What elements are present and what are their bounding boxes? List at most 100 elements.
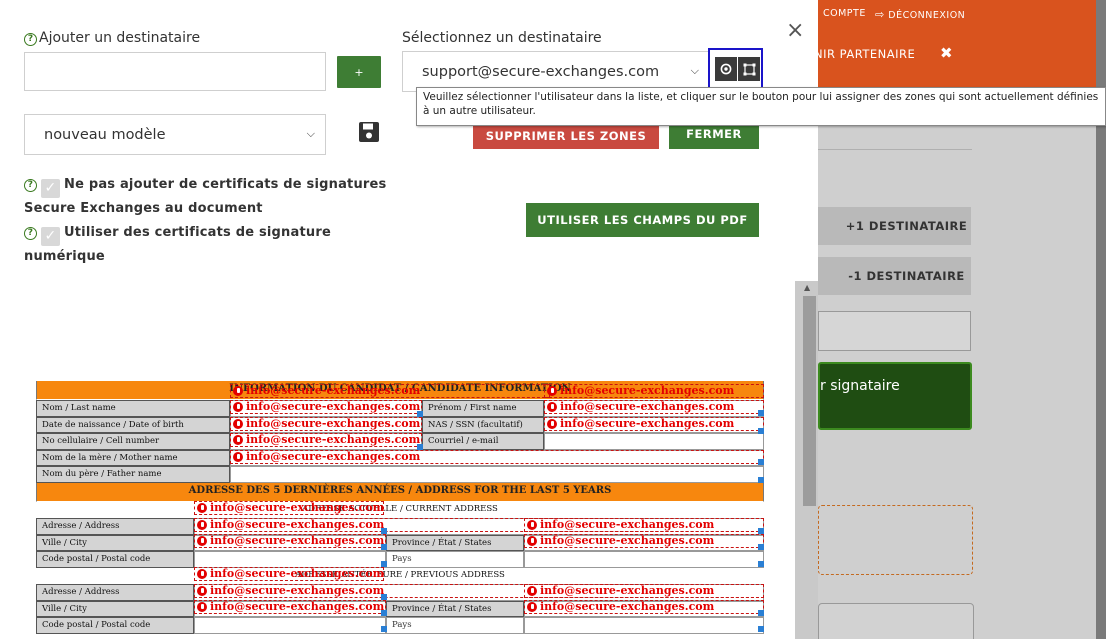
transfer-zones-icon[interactable] — [738, 57, 760, 81]
zone-field[interactable]: info@secure-exchanges.com — [194, 567, 384, 581]
zone-field[interactable]: info@secure-exchanges.com — [524, 600, 764, 614]
recipient-modal: × ? Ajouter un destinataire + Sélectionne… — [0, 0, 818, 281]
close-icon[interactable]: × — [786, 20, 804, 42]
side-box — [818, 603, 974, 639]
digital-certificate-option: ? ✓ Utiliser des certificats de signature … — [24, 225, 331, 264]
logout-icon: ⇨ — [875, 8, 885, 21]
label-postal: Code postal / Postal code — [36, 551, 194, 568]
cell — [544, 433, 764, 450]
no-certificate-checkbox[interactable]: ✓ — [41, 179, 60, 198]
label-country: Pays — [386, 551, 524, 568]
zone-field[interactable]: info@secure-exchanges.com — [194, 534, 386, 548]
resize-handle[interactable] — [758, 459, 764, 465]
label-nas: NAS / SSN (facultatif) — [422, 416, 544, 433]
add-recipient-button[interactable]: + — [337, 56, 381, 88]
help-icon[interactable]: ? — [24, 179, 37, 192]
label-mother: Nom de la mère / Mother name — [36, 449, 230, 466]
zone-field[interactable]: info@secure-exchanges.com — [230, 450, 764, 464]
add-signer-button[interactable]: r signataire — [818, 362, 972, 430]
label-province-prev: Province / État / States — [386, 600, 524, 617]
label-city: Ville / City — [36, 534, 194, 551]
target-icon[interactable] — [715, 57, 737, 81]
select-recipient-label: Sélectionnez un destinataire — [402, 30, 602, 46]
menu-partner[interactable]: NIR PARTENAIRE — [814, 47, 915, 61]
delete-zones-button[interactable]: SUPPRIMER LES ZONES — [473, 122, 659, 149]
pdf-form: INFORMATION DU CANDIDAT / CANDIDATE INFO… — [36, 381, 764, 634]
logout-link[interactable]: ⇨ DÉCONNEXION — [875, 8, 965, 21]
row-postal-prev: Code postal / Postal code Pays — [36, 617, 764, 634]
use-pdf-fields-button[interactable]: UTILISER LES CHAMPS DU PDF — [526, 203, 759, 237]
section-address: ADRESSE DES 5 DERNIÈRES ANNÉES / ADDRESS… — [36, 482, 764, 502]
resize-handle[interactable] — [381, 626, 387, 632]
label-province: Province / État / States — [386, 534, 524, 551]
add-recipient-button[interactable]: +1 DESTINATAIRE — [818, 207, 971, 245]
label-address: Adresse / Address — [36, 518, 194, 535]
resize-handle[interactable] — [758, 544, 764, 550]
zone-field[interactable]: info@secure-exchanges.com — [544, 384, 764, 398]
zone-field[interactable]: info@secure-exchanges.com — [544, 417, 764, 431]
help-icon[interactable]: ? — [24, 33, 37, 46]
tools-icon[interactable]: ✖ — [940, 44, 953, 62]
template-select[interactable]: nouveau modèle ⌵ — [24, 114, 326, 155]
label-country-prev: Pays — [386, 617, 524, 634]
zone-field[interactable]: info@secure-exchanges.com — [524, 518, 764, 532]
digital-certificate-checkbox[interactable]: ✓ — [41, 227, 60, 246]
cell — [524, 617, 764, 634]
chevron-down-icon: ⌵ — [690, 64, 699, 77]
cell — [524, 551, 764, 568]
resize-handle[interactable] — [758, 410, 764, 416]
label-first-name: Prénom / First name — [422, 400, 544, 417]
row-father: Nom du père / Father name — [36, 466, 764, 483]
sub-current: ADRESSE ACTUELLE / CURRENT ADDRESS — [302, 503, 498, 514]
chevron-down-icon: ⌵ — [306, 127, 315, 140]
row-postal: Code postal / Postal code Pays — [36, 551, 764, 568]
divider — [818, 149, 972, 150]
no-certificate-option: ? ✓ Ne pas ajouter de certificats de signa… — [24, 177, 387, 216]
label-father: Nom du père / Father name — [36, 466, 230, 483]
resize-handle[interactable] — [417, 411, 423, 417]
resize-handle[interactable] — [758, 477, 764, 483]
zone-action-buttons — [708, 48, 763, 90]
label-postal-prev: Code postal / Postal code — [36, 617, 194, 634]
document-viewer[interactable]: INFORMATION DU CANDIDAT / CANDIDATE INFO… — [0, 281, 795, 639]
add-recipient-input[interactable] — [24, 52, 326, 91]
cell — [194, 551, 386, 568]
resize-handle[interactable] — [758, 428, 764, 434]
scroll-up-icon[interactable]: ▲ — [804, 283, 810, 292]
zone-field[interactable]: info@secure-exchanges.com — [230, 384, 550, 398]
cell — [230, 466, 764, 483]
help-icon[interactable]: ? — [24, 227, 37, 240]
zone-field[interactable]: info@secure-exchanges.com — [230, 417, 422, 431]
resize-handle[interactable] — [381, 528, 387, 534]
label-last-name: Nom / Last name — [36, 400, 230, 417]
zone-field[interactable]: info@secure-exchanges.com — [230, 433, 422, 447]
cell — [194, 617, 386, 634]
resize-handle[interactable] — [758, 610, 764, 616]
resize-handle[interactable] — [381, 610, 387, 616]
doc-scroll-thumb[interactable] — [803, 296, 816, 506]
zone-field[interactable]: info@secure-exchanges.com — [524, 584, 764, 598]
save-icon[interactable] — [358, 121, 380, 143]
label-cell: No cellulaire / Cell number — [36, 433, 230, 450]
remove-recipient-button[interactable]: -1 DESTINATAIRE — [818, 257, 971, 295]
zone-field[interactable]: info@secure-exchanges.com — [194, 600, 386, 614]
resize-handle[interactable] — [758, 561, 764, 567]
side-input[interactable] — [818, 311, 971, 351]
sub-previous: ADRESSE ANTÉRIEURE / PREVIOUS ADDRESS — [295, 569, 505, 580]
zone-field[interactable]: info@secure-exchanges.com — [544, 400, 764, 414]
resize-handle[interactable] — [417, 444, 423, 450]
recipient-select[interactable]: support@secure-exchanges.com ⌵ — [402, 51, 710, 92]
resize-handle[interactable] — [758, 528, 764, 534]
zone-field[interactable]: info@secure-exchanges.com — [194, 501, 384, 515]
zone-field[interactable]: info@secure-exchanges.com — [524, 534, 764, 548]
label-dob: Date de naissance / Date of birth — [36, 416, 230, 433]
drop-zone[interactable] — [818, 505, 973, 575]
resize-handle[interactable] — [758, 626, 764, 632]
zone-field[interactable]: info@secure-exchanges.com — [230, 400, 422, 414]
resize-handle[interactable] — [381, 561, 387, 567]
resize-handle[interactable] — [381, 594, 387, 600]
add-recipient-label: ? Ajouter un destinataire — [24, 30, 200, 46]
account-link[interactable]: COMPTE — [823, 8, 866, 19]
label-address-prev: Adresse / Address — [36, 584, 194, 601]
resize-handle[interactable] — [381, 544, 387, 550]
